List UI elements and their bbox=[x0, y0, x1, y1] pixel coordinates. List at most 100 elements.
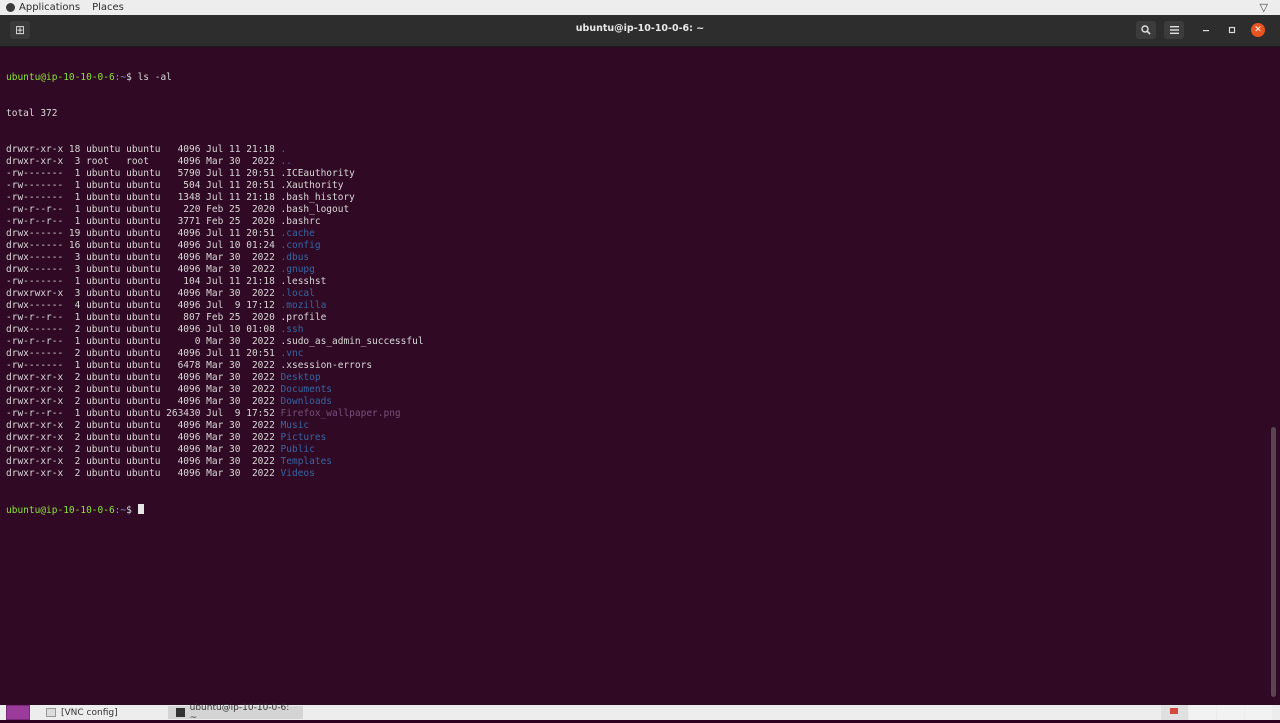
listing-meta: -rw-r--r-- 1 ubuntu ubuntu 3771 Feb 25 2… bbox=[6, 216, 281, 227]
listing-row: drwxr-xr-x 2 ubuntu ubuntu 4096 Mar 30 2… bbox=[6, 396, 424, 408]
listing-filename: Documents bbox=[280, 384, 333, 395]
listing-filename: Desktop bbox=[280, 372, 321, 383]
listing-meta: -rw------- 1 ubuntu ubuntu 5790 Jul 11 2… bbox=[6, 168, 281, 179]
listing-meta: drwx------ 2 ubuntu ubuntu 4096 Jul 10 0… bbox=[6, 324, 281, 335]
places-label: Places bbox=[92, 2, 124, 13]
active-prompt-line[interactable]: ubuntu@ip-10-10-0-6:~$ bbox=[6, 504, 424, 516]
listing-row: -rw------- 1 ubuntu ubuntu 1348 Jul 11 2… bbox=[6, 192, 424, 204]
listing-meta: -rw-r--r-- 1 ubuntu ubuntu 0 Mar 30 2022 bbox=[6, 336, 281, 347]
applications-icon bbox=[6, 3, 15, 12]
terminal-text: ubuntu@ip-10-10-0-6:~$ ls -al total 372 … bbox=[6, 48, 424, 540]
listing-filename: .sudo_as_admin_successful bbox=[280, 336, 424, 347]
listing-row: drwx------ 4 ubuntu ubuntu 4096 Jul 9 17… bbox=[6, 300, 424, 312]
listing-meta: drwxr-xr-x 2 ubuntu ubuntu 4096 Mar 30 2… bbox=[6, 444, 281, 455]
listing-meta: -rw------- 1 ubuntu ubuntu 104 Jul 11 21… bbox=[6, 276, 281, 287]
listing-meta: -rw------- 1 ubuntu ubuntu 6478 Mar 30 2… bbox=[6, 360, 281, 371]
listing-row: drwxr-xr-x 18 ubuntu ubuntu 4096 Jul 11 … bbox=[6, 144, 424, 156]
listing-meta: drwxr-xr-x 2 ubuntu ubuntu 4096 Mar 30 2… bbox=[6, 456, 281, 467]
listing-row: drwx------ 2 ubuntu ubuntu 4096 Jul 11 2… bbox=[6, 348, 424, 360]
workspace-4[interactable] bbox=[1245, 705, 1272, 720]
listing-row: -rw-r--r-- 1 ubuntu ubuntu 807 Feb 25 20… bbox=[6, 312, 424, 324]
show-desktop-icon[interactable] bbox=[6, 705, 30, 720]
command-line: ubuntu@ip-10-10-0-6:~$ ls -al bbox=[6, 72, 424, 84]
search-icon[interactable] bbox=[1136, 21, 1156, 39]
applications-menu[interactable]: Applications bbox=[0, 2, 86, 13]
new-tab-icon[interactable]: ⊞ bbox=[10, 21, 30, 39]
listing-row: drwxr-xr-x 2 ubuntu ubuntu 4096 Mar 30 2… bbox=[6, 444, 424, 456]
terminal-icon bbox=[176, 708, 185, 717]
listing-filename: .ICEauthority bbox=[280, 168, 355, 179]
listing-row: drwxr-xr-x 2 ubuntu ubuntu 4096 Mar 30 2… bbox=[6, 372, 424, 384]
listing-filename: .local bbox=[280, 288, 315, 299]
listing-filename: Downloads bbox=[280, 396, 333, 407]
minimize-button[interactable] bbox=[1196, 21, 1216, 39]
top-panel: Applications Places ▽ bbox=[0, 0, 1280, 15]
listing-filename: .. bbox=[280, 156, 292, 167]
listing-meta: drwx------ 2 ubuntu ubuntu 4096 Jul 11 2… bbox=[6, 348, 281, 359]
listing-meta: drwx------ 19 ubuntu ubuntu 4096 Jul 11 … bbox=[6, 228, 281, 239]
listing-row: -rw-r--r-- 1 ubuntu ubuntu 3771 Feb 25 2… bbox=[6, 216, 424, 228]
listing-row: drwxr-xr-x 2 ubuntu ubuntu 4096 Mar 30 2… bbox=[6, 420, 424, 432]
listing-meta: drwx------ 3 ubuntu ubuntu 4096 Mar 30 2… bbox=[6, 252, 281, 263]
prompt-symbol: $ bbox=[126, 72, 138, 83]
listing-filename: Music bbox=[280, 420, 310, 431]
listing-row: drwxrwxr-x 3 ubuntu ubuntu 4096 Mar 30 2… bbox=[6, 288, 424, 300]
listing-filename: .bash_history bbox=[280, 192, 355, 203]
listing-meta: drwxr-xr-x 2 ubuntu ubuntu 4096 Mar 30 2… bbox=[6, 432, 281, 443]
listing-filename: Pictures bbox=[280, 432, 327, 443]
listing-row: -rw-r--r-- 1 ubuntu ubuntu 0 Mar 30 2022… bbox=[6, 336, 424, 348]
listing-meta: drwxr-xr-x 2 ubuntu ubuntu 4096 Mar 30 2… bbox=[6, 384, 281, 395]
listing-filename: .vnc bbox=[280, 348, 304, 359]
listing-filename: .dbus bbox=[280, 252, 310, 263]
prompt-path: :~ bbox=[114, 72, 127, 83]
listing-row: -rw-r--r-- 1 ubuntu ubuntu 263430 Jul 9 … bbox=[6, 408, 424, 420]
listing-filename: Templates bbox=[280, 456, 333, 467]
command-text: ls -al bbox=[137, 72, 172, 83]
listing-meta: drwx------ 4 ubuntu ubuntu 4096 Jul 9 17… bbox=[6, 300, 281, 311]
listing-filename: . bbox=[280, 144, 287, 155]
applications-label: Applications bbox=[19, 2, 81, 13]
close-button[interactable]: ✕ bbox=[1251, 23, 1265, 37]
listing-meta: -rw-r--r-- 1 ubuntu ubuntu 220 Feb 25 20… bbox=[6, 204, 281, 215]
listing-filename: .cache bbox=[280, 228, 315, 239]
listing-row: -rw------- 1 ubuntu ubuntu 504 Jul 11 20… bbox=[6, 180, 424, 192]
listing-row: -rw------- 1 ubuntu ubuntu 104 Jul 11 21… bbox=[6, 276, 424, 288]
listing-meta: -rw------- 1 ubuntu ubuntu 1348 Jul 11 2… bbox=[6, 192, 281, 203]
window-icon bbox=[46, 708, 56, 717]
listing-row: drwx------ 3 ubuntu ubuntu 4096 Mar 30 2… bbox=[6, 252, 424, 264]
listing-filename: .config bbox=[280, 240, 321, 251]
taskbar-item-vnc-config[interactable]: [VNC config] bbox=[38, 706, 168, 719]
workspace-2[interactable] bbox=[1189, 705, 1216, 720]
listing-meta: drwxr-xr-x 2 ubuntu ubuntu 4096 Mar 30 2… bbox=[6, 420, 281, 431]
places-menu[interactable]: Places bbox=[86, 2, 130, 13]
bottom-panel: [VNC config] ubuntu@ip-10-10-0-6: ~ bbox=[0, 703, 1280, 723]
network-icon[interactable]: ▽ bbox=[1260, 1, 1268, 14]
workspace-3[interactable] bbox=[1217, 705, 1244, 720]
listing-filename: .bash_logout bbox=[280, 204, 350, 215]
listing-meta: drwx------ 16 ubuntu ubuntu 4096 Jul 10 … bbox=[6, 240, 281, 251]
listing-row: drwxr-xr-x 3 root root 4096 Mar 30 2022 … bbox=[6, 156, 424, 168]
listing-row: drwxr-xr-x 2 ubuntu ubuntu 4096 Mar 30 2… bbox=[6, 432, 424, 444]
listing-filename: .lesshst bbox=[280, 276, 327, 287]
listing-filename: .Xauthority bbox=[280, 180, 344, 191]
listing-filename: .profile bbox=[280, 312, 327, 323]
listing-filename: Firefox_wallpaper.png bbox=[280, 408, 401, 419]
listing-meta: drwxr-xr-x 2 ubuntu ubuntu 4096 Mar 30 2… bbox=[6, 396, 281, 407]
scrollbar-thumb[interactable] bbox=[1271, 427, 1276, 697]
hamburger-menu-icon[interactable] bbox=[1164, 21, 1184, 39]
listing-meta: drwxrwxr-x 3 ubuntu ubuntu 4096 Mar 30 2… bbox=[6, 288, 281, 299]
listing-filename: .bashrc bbox=[280, 216, 321, 227]
taskbar-label: [VNC config] bbox=[61, 707, 118, 718]
listing-meta: -rw------- 1 ubuntu ubuntu 504 Jul 11 20… bbox=[6, 180, 281, 191]
maximize-button[interactable] bbox=[1222, 21, 1242, 39]
terminal-output[interactable]: ubuntu@ip-10-10-0-6:~$ ls -al total 372 … bbox=[0, 47, 1268, 705]
listing-filename: .gnupg bbox=[280, 264, 315, 275]
listing-row: drwxr-xr-x 2 ubuntu ubuntu 4096 Mar 30 2… bbox=[6, 468, 424, 480]
listing-meta: -rw-r--r-- 1 ubuntu ubuntu 263430 Jul 9 … bbox=[6, 408, 281, 419]
text-cursor bbox=[137, 504, 144, 514]
workspace-window-icon bbox=[1170, 708, 1178, 714]
terminal-scrollbar[interactable] bbox=[1268, 47, 1280, 705]
taskbar-item-terminal[interactable]: ubuntu@ip-10-10-0-6: ~ bbox=[168, 703, 303, 723]
listing-filename: .ssh bbox=[280, 324, 304, 335]
workspace-1[interactable] bbox=[1161, 705, 1188, 720]
